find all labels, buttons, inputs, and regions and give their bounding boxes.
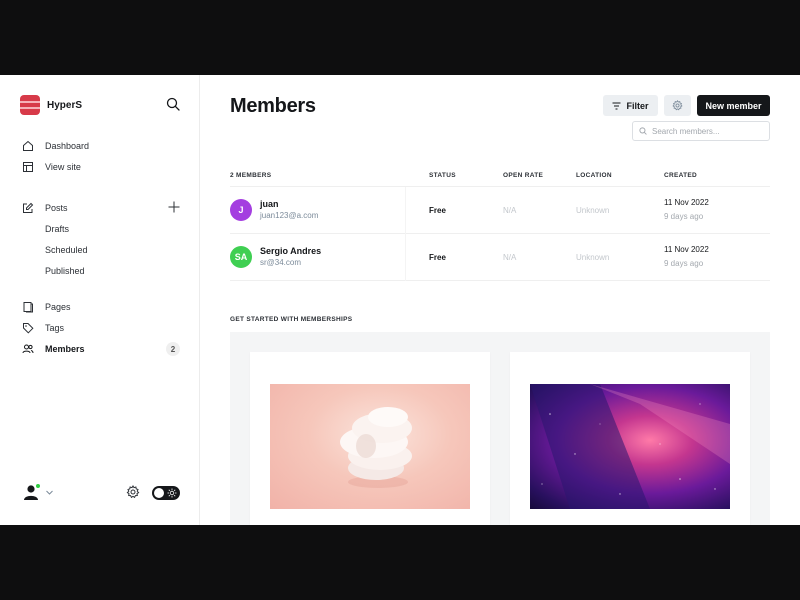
search-members-box[interactable] <box>632 121 770 141</box>
member-location: Unknown <box>576 252 610 262</box>
created-date: 11 Nov 2022 <box>664 245 709 254</box>
tag-icon <box>22 322 34 334</box>
member-cell: SA Sergio Andres sr@34.com <box>230 245 405 269</box>
sidebar-item-label: Members <box>45 343 85 354</box>
gear-icon[interactable] <box>126 485 140 499</box>
brand-name: HyperS <box>47 99 83 111</box>
app-window: HyperS Dashboard View site Posts Drafts … <box>0 75 800 525</box>
filter-button[interactable]: Filter <box>603 95 658 116</box>
sidebar-item-label: Tags <box>45 322 65 333</box>
filter-label: Filter <box>626 100 649 111</box>
table-row[interactable]: J juan juan123@a.com Free N/A Unknown 11… <box>230 186 770 234</box>
members-icon <box>22 343 34 355</box>
sidebar-item-dashboard[interactable]: Dashboard <box>22 135 182 156</box>
home-icon <box>22 140 34 152</box>
space-illustration <box>530 384 730 509</box>
member-cell: J juan juan123@a.com <box>230 198 405 222</box>
column-header-members[interactable]: 2 MEMBERS <box>230 172 405 179</box>
edit-icon <box>22 202 34 214</box>
search-members-input[interactable] <box>652 126 762 136</box>
member-name: juan <box>260 199 279 209</box>
member-name: Sergio Andres <box>260 246 322 256</box>
member-open-rate: N/A <box>503 205 517 215</box>
column-header-created[interactable]: CREATED <box>664 172 754 179</box>
card-image-sculpture <box>270 384 470 509</box>
nav-manage: Pages Tags Members 2 <box>22 296 182 359</box>
member-open-rate: N/A <box>503 252 517 262</box>
members-table: 2 MEMBERS STATUS OPEN RATE LOCATION CREA… <box>230 165 770 281</box>
created-date: 11 Nov 2022 <box>664 198 709 207</box>
created-ago: 9 days ago <box>664 212 704 221</box>
sidebar-item-tags[interactable]: Tags <box>22 317 182 338</box>
sculpture-illustration <box>340 407 412 488</box>
memberships-section-title: GET STARTED WITH MEMBERSHIPS <box>230 316 353 323</box>
sidebar-item-label: Pages <box>45 301 71 312</box>
sidebar-item-drafts[interactable]: Drafts <box>22 218 182 239</box>
sidebar-item-label: View site <box>45 161 81 172</box>
card-image-space <box>530 384 730 509</box>
sidebar-item-posts[interactable]: Posts <box>22 197 182 218</box>
member-status: Free <box>405 186 502 234</box>
table-header: 2 MEMBERS STATUS OPEN RATE LOCATION CREA… <box>230 165 770 187</box>
member-created: 11 Nov 2022 9 days ago <box>664 243 754 271</box>
nav-content: Posts Drafts Scheduled Published <box>22 197 182 281</box>
nav-primary: Dashboard View site <box>22 135 182 177</box>
membership-card[interactable] <box>510 352 750 525</box>
member-settings-button[interactable] <box>664 95 691 116</box>
online-status-dot <box>35 483 41 489</box>
column-header-status[interactable]: STATUS <box>405 172 502 179</box>
layout-icon <box>22 161 34 173</box>
member-location: Unknown <box>576 205 610 215</box>
membership-card[interactable] <box>250 352 490 525</box>
sidebar-item-label: Scheduled <box>45 244 88 255</box>
page-title: Members <box>230 95 316 117</box>
gear-icon <box>672 100 683 111</box>
sidebar-item-scheduled[interactable]: Scheduled <box>22 239 182 260</box>
avatar: J <box>230 199 252 221</box>
created-ago: 9 days ago <box>664 259 704 268</box>
sidebar-item-published[interactable]: Published <box>22 260 182 281</box>
toggle-knob <box>154 488 164 498</box>
sidebar: HyperS Dashboard View site Posts Drafts … <box>0 75 200 525</box>
sidebar-item-label: Drafts <box>45 223 70 234</box>
member-email: sr@34.com <box>260 258 302 267</box>
main-content: Members Filter New member Search members… <box>200 75 800 525</box>
pages-icon <box>22 301 34 313</box>
sidebar-item-label: Published <box>45 265 85 276</box>
brand[interactable]: HyperS <box>20 95 82 115</box>
member-created: 11 Nov 2022 9 days ago <box>664 196 754 224</box>
member-email: juan123@a.com <box>260 211 319 220</box>
brand-logo <box>20 95 40 115</box>
column-header-open-rate[interactable]: OPEN RATE <box>502 172 576 179</box>
table-row[interactable]: SA Sergio Andres sr@34.com Free N/A Unkn… <box>230 233 770 281</box>
sidebar-item-label: Posts <box>45 202 68 213</box>
new-member-button[interactable]: New member <box>697 95 770 116</box>
chevron-down-icon[interactable] <box>45 488 54 497</box>
memberships-panel <box>230 332 770 525</box>
sidebar-item-pages[interactable]: Pages <box>22 296 182 317</box>
members-count-badge: 2 <box>166 342 180 356</box>
sidebar-item-view-site[interactable]: View site <box>22 156 182 177</box>
search-icon <box>639 127 647 135</box>
add-post-icon[interactable] <box>168 201 180 213</box>
filter-icon <box>612 102 621 109</box>
theme-toggle[interactable] <box>152 486 180 500</box>
avatar: SA <box>230 246 252 268</box>
search-icon[interactable] <box>166 97 180 111</box>
sidebar-footer <box>22 483 182 503</box>
sidebar-item-members[interactable]: Members 2 <box>22 338 182 359</box>
member-status: Free <box>405 233 502 281</box>
sidebar-item-label: Dashboard <box>45 140 90 151</box>
sun-icon <box>167 488 177 498</box>
column-header-location[interactable]: LOCATION <box>576 172 664 179</box>
